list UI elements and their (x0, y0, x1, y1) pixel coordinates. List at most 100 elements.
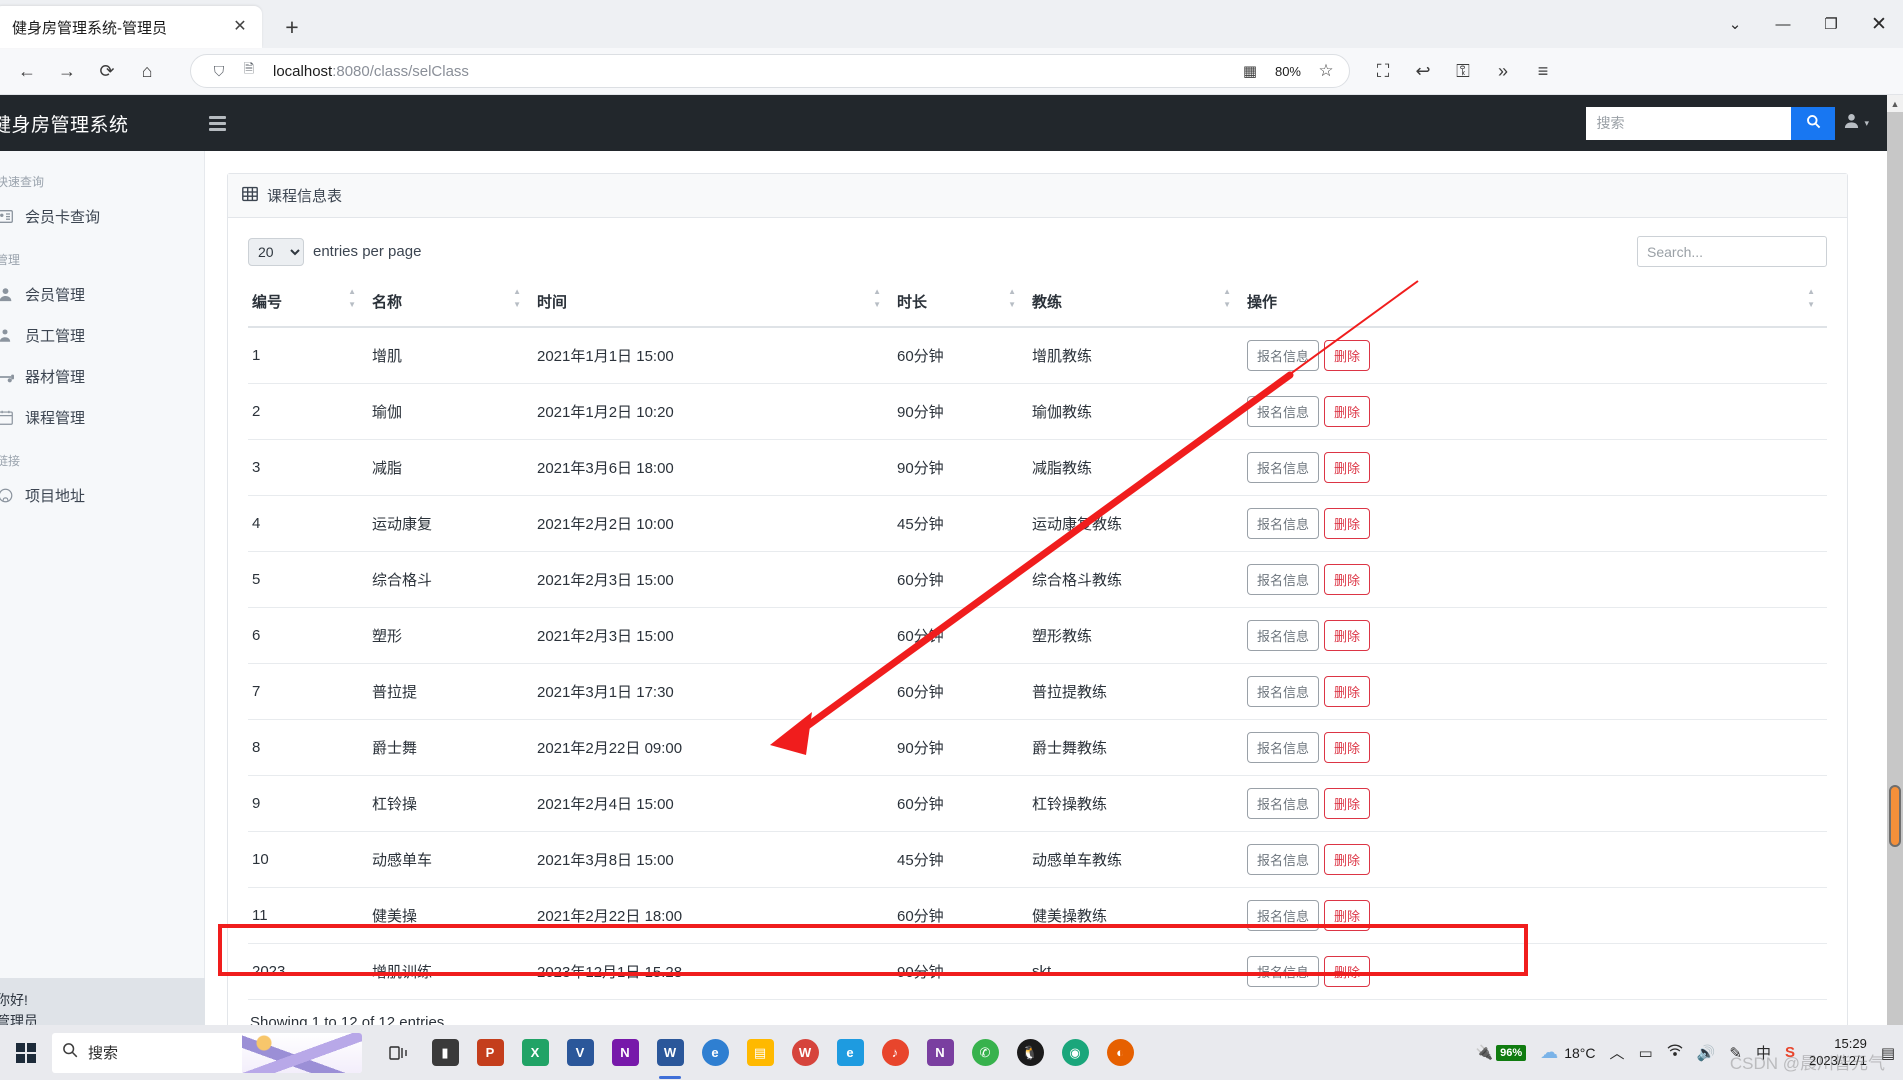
taskbar-app-music[interactable]: ♪ (875, 1032, 915, 1074)
taskbar-app-wps[interactable]: W (785, 1032, 825, 1074)
taskbar-app-sticky-notes[interactable]: ▮ (425, 1032, 465, 1074)
scroll-up-icon[interactable]: ▲ (1887, 95, 1903, 112)
qr-code-icon[interactable]: ▦ (1237, 58, 1263, 84)
page-length-select[interactable]: 102050100 (248, 237, 304, 266)
pen-icon[interactable]: ✎ (1729, 1044, 1742, 1062)
signup-info-button[interactable]: 报名信息 (1247, 508, 1320, 539)
browser-tab[interactable]: 健身房管理系统-管理员 ✕ (0, 6, 262, 48)
close-window-button[interactable]: ✕ (1855, 2, 1903, 46)
home-icon[interactable]: ⌂ (130, 54, 164, 88)
sidebar-item-member-management[interactable]: 会员管理 (0, 274, 204, 315)
address-bar[interactable]: ⛉ 🗎 localhost:8080/class/selClass ▦ 80% … (190, 54, 1350, 88)
signup-info-button[interactable]: 报名信息 (1247, 620, 1320, 651)
taskbar-app-word[interactable]: W (650, 1032, 690, 1079)
sidebar-item-course-management[interactable]: 课程管理 (0, 397, 204, 438)
browser-settings-icon[interactable]: ≡ (1526, 54, 1560, 88)
delete-button[interactable]: 删除 (1324, 340, 1371, 371)
sidebar-item-project-address[interactable]: 项目地址 (0, 475, 204, 516)
sogou-input-icon[interactable]: S (1785, 1044, 1795, 1061)
hamburger-icon[interactable] (209, 115, 226, 131)
page-info-icon[interactable]: 🗎 (239, 61, 259, 81)
back-icon[interactable]: ← (10, 54, 44, 88)
scrollbar-track[interactable] (1887, 112, 1903, 1045)
column-header-actions[interactable]: 操作 ▲ ▼ (1243, 285, 1827, 328)
signup-info-button[interactable]: 报名信息 (1247, 340, 1320, 371)
chevron-up-icon[interactable]: ︿ (1609, 1042, 1624, 1063)
ime-language-icon[interactable]: 中 (1756, 1042, 1771, 1063)
delete-button[interactable]: 删除 (1324, 900, 1371, 931)
delete-button[interactable]: 删除 (1324, 396, 1371, 427)
signup-info-button[interactable]: 报名信息 (1247, 844, 1320, 875)
reload-icon[interactable]: ⟳ (90, 54, 124, 88)
start-button[interactable] (0, 1025, 52, 1080)
split-screen-icon[interactable]: ⛶ (1366, 54, 1400, 88)
delete-button[interactable]: 删除 (1324, 452, 1371, 483)
volume-icon[interactable]: 🔊 (1697, 1044, 1716, 1062)
signup-info-button[interactable]: 报名信息 (1247, 396, 1320, 427)
taskbar-app-qq[interactable]: 🐧 (1010, 1032, 1050, 1074)
sidebar-item-equipment-management[interactable]: 器材管理 (0, 356, 204, 397)
signup-info-button[interactable]: 报名信息 (1247, 732, 1320, 763)
delete-button[interactable]: 删除 (1324, 620, 1371, 651)
column-header-coach[interactable]: 教练 ▲ ▼ (1028, 285, 1243, 328)
navbar-search[interactable] (1586, 106, 1836, 140)
taskbar-app-file-explorer[interactable]: ▤ (740, 1032, 780, 1074)
task-view-icon[interactable] (380, 1032, 420, 1074)
sort-arrows-icon: ▲ ▼ (348, 287, 356, 309)
navbar-search-button[interactable] (1791, 106, 1836, 140)
zoom-level-badge[interactable]: 80% (1266, 60, 1309, 82)
sidebar-item-membership-card-query[interactable]: 会员卡查询 (0, 196, 204, 237)
column-header-duration[interactable]: 时长 ▲ ▼ (893, 285, 1028, 328)
delete-button[interactable]: 删除 (1324, 788, 1371, 819)
app-brand[interactable]: 健身房管理系统 (0, 110, 197, 137)
column-header-id[interactable]: 编号 ▲ ▼ (248, 285, 368, 328)
taskbar-app-powerpoint[interactable]: P (470, 1032, 510, 1074)
extensions-icon[interactable]: ⚿ (1446, 54, 1480, 88)
user-menu[interactable]: ▾ (1843, 112, 1869, 134)
battery-status[interactable]: 🔌 96% (1476, 1044, 1527, 1061)
notification-center-icon[interactable]: ▤ (1881, 1044, 1895, 1062)
sidebar-item-staff-management[interactable]: 员工管理 (0, 315, 204, 356)
delete-button[interactable]: 删除 (1324, 676, 1371, 707)
delete-button[interactable]: 删除 (1324, 732, 1371, 763)
column-header-name[interactable]: 名称 ▲ ▼ (368, 285, 533, 328)
taskbar-app-onenote[interactable]: N (605, 1032, 645, 1074)
taskbar-search[interactable]: 搜索 (52, 1032, 362, 1073)
chevron-down-icon[interactable]: ⌄ (1711, 2, 1759, 46)
close-tab-icon[interactable]: ✕ (228, 15, 252, 39)
forward-icon[interactable]: → (50, 54, 84, 88)
taskbar-clock[interactable]: 15:29 2023/12/1 (1809, 1036, 1867, 1069)
taskbar-app-wechat[interactable]: ✆ (965, 1032, 1005, 1074)
delete-button[interactable]: 删除 (1324, 956, 1371, 987)
navbar-search-input[interactable] (1586, 106, 1792, 140)
signup-info-button[interactable]: 报名信息 (1247, 676, 1320, 707)
weather-widget[interactable]: ☁ 18°C (1540, 1042, 1595, 1063)
taskbar-app-visio[interactable]: V (560, 1032, 600, 1074)
taskbar-app-edge[interactable]: e (695, 1032, 735, 1074)
maximize-button[interactable]: ❐ (1807, 2, 1855, 46)
signup-info-button[interactable]: 报名信息 (1247, 900, 1320, 931)
taskbar-app-navicat[interactable]: N (920, 1032, 960, 1074)
delete-button[interactable]: 删除 (1324, 508, 1371, 539)
signup-info-button[interactable]: 报名信息 (1247, 452, 1320, 483)
taskbar-app-firefox[interactable]: ◐ (1100, 1032, 1140, 1074)
page-scrollbar[interactable]: ▲ (1887, 95, 1903, 1045)
taskbar-app-browser[interactable]: ◉ (1055, 1032, 1095, 1074)
wifi-icon[interactable] (1667, 1044, 1683, 1061)
battery-tray-icon[interactable]: ▭ (1638, 1044, 1652, 1062)
minimize-button[interactable]: — (1759, 2, 1807, 46)
bookmark-star-icon[interactable]: ☆ (1313, 58, 1339, 84)
new-tab-icon[interactable]: + (276, 11, 308, 43)
delete-button[interactable]: 删除 (1324, 844, 1371, 875)
scrollbar-thumb[interactable] (1889, 785, 1901, 847)
taskbar-app-idea[interactable]: e (830, 1032, 870, 1074)
column-header-time[interactable]: 时间 ▲ ▼ (533, 285, 893, 328)
delete-button[interactable]: 删除 (1324, 564, 1371, 595)
signup-info-button[interactable]: 报名信息 (1247, 564, 1320, 595)
undo-icon[interactable]: ↩ (1406, 54, 1440, 88)
signup-info-button[interactable]: 报名信息 (1247, 788, 1320, 819)
more-tools-icon[interactable]: » (1486, 54, 1520, 88)
taskbar-app-excel[interactable]: X (515, 1032, 555, 1074)
table-search-input[interactable] (1637, 236, 1827, 267)
signup-info-button[interactable]: 报名信息 (1247, 956, 1320, 987)
